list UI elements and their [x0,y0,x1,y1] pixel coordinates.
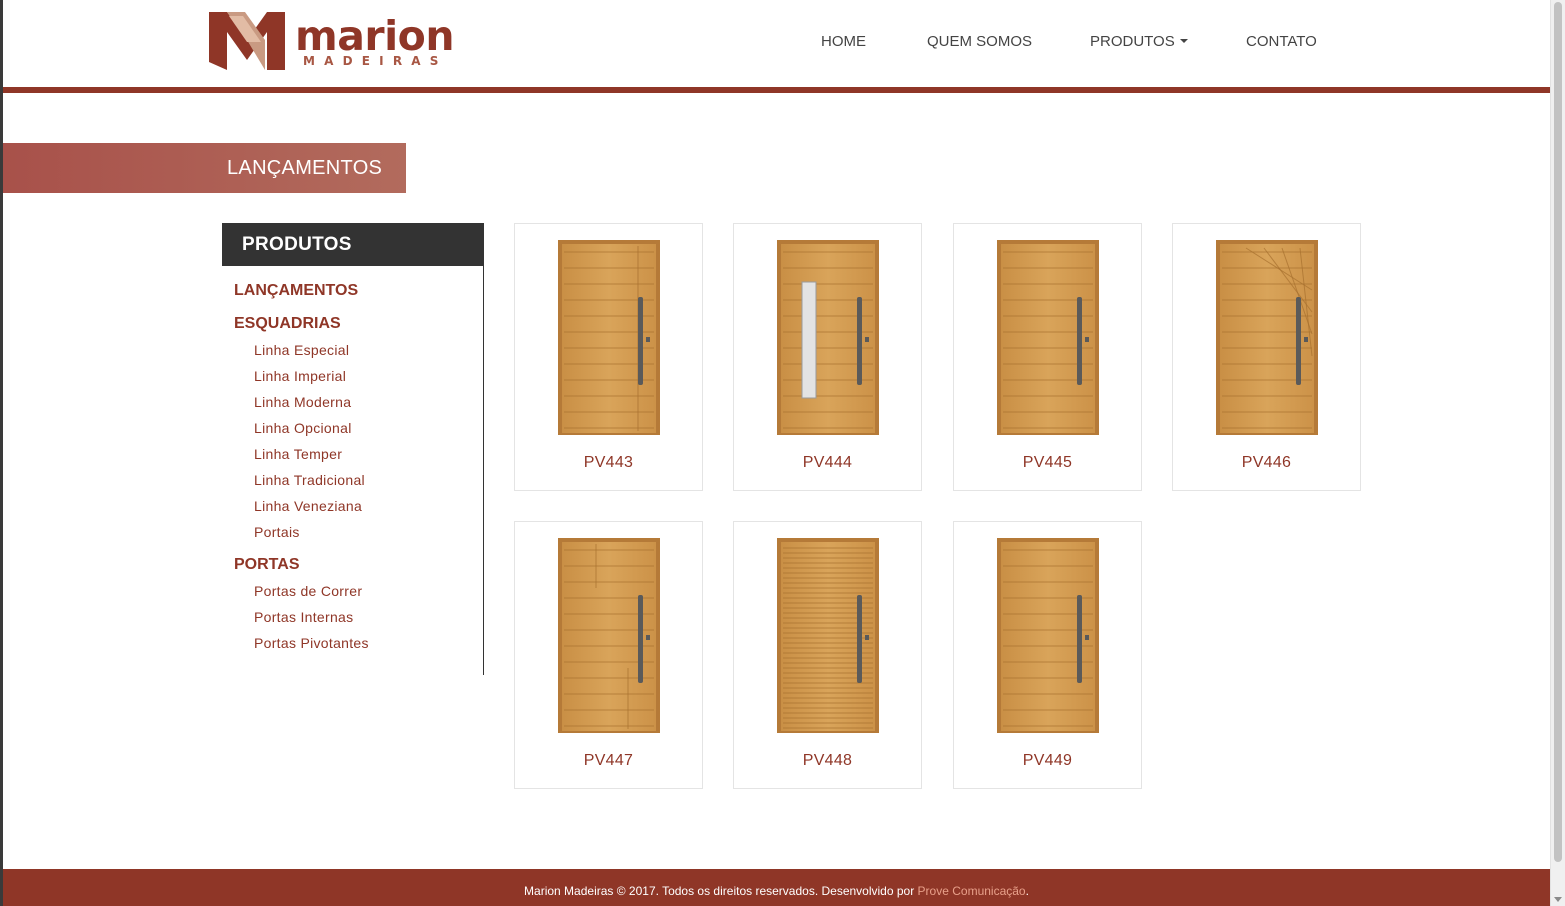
nav-contato[interactable]: CONTATO [1246,32,1317,52]
scrollbar-thumb[interactable] [1554,2,1562,862]
nav-produtos[interactable]: PRODUTOS [1090,32,1188,52]
product-code: PV448 [802,752,853,769]
sidebar-item-linha-moderna[interactable]: Linha Moderna [254,393,351,411]
nav-produtos-label: PRODUTOS [1090,33,1175,50]
sidebar-item-portais[interactable]: Portais [254,523,300,541]
product-card[interactable]: PV446 [1172,223,1361,491]
sidebar-item-portas-de-correr[interactable]: Portas de Correr [254,582,362,600]
product-card[interactable]: PV449 [953,521,1142,789]
footer-end: . [1025,884,1029,898]
product-card[interactable]: PV443 [514,223,703,491]
door-image [997,240,1099,435]
door-image [777,538,879,733]
product-card[interactable]: PV447 [514,521,703,789]
category-esquadrias[interactable]: ESQUADRIAS [234,314,341,334]
site-footer: Marion Madeiras © 2017. Todos os direito… [3,869,1550,906]
nav-home[interactable]: HOME [821,32,866,52]
window-left-edge [0,0,3,906]
product-card[interactable]: PV448 [733,521,922,789]
sidebar-item-portas-internas[interactable]: Portas Internas [254,608,353,626]
brand-tagline: MADEIRAS [303,54,448,68]
sidebar-item-linha-tradicional[interactable]: Linha Tradicional [254,471,365,489]
product-sidebar: PRODUTOS LANÇAMENTOS ESQUADRIAS Linha Es… [222,223,484,675]
product-code: PV449 [1022,752,1073,769]
footer-text: Marion Madeiras © 2017. Todos os direito… [3,882,1550,900]
category-lancamentos[interactable]: LANÇAMENTOS [234,281,358,301]
product-code: PV446 [1241,454,1292,471]
main-nav: HOME QUEM SOMOS PRODUTOS CONTATO [3,32,1550,52]
product-code: PV444 [802,454,853,471]
door-image [558,240,660,435]
caret-down-icon [1179,39,1188,43]
product-code: PV443 [583,454,634,471]
sidebar-item-linha-especial[interactable]: Linha Especial [254,341,349,359]
door-image [777,240,879,435]
sidebar-heading: PRODUTOS [222,223,483,266]
product-code: PV447 [583,752,634,769]
sidebar-item-linha-imperial[interactable]: Linha Imperial [254,367,346,385]
door-image [997,538,1099,733]
door-image [1216,240,1318,435]
footer-copyright: Marion Madeiras © 2017. Todos os direito… [524,884,918,898]
door-image [558,538,660,733]
sidebar-item-portas-pivotantes[interactable]: Portas Pivotantes [254,634,369,652]
footer-developer-link[interactable]: Prove Comunicação [918,884,1026,898]
sidebar-item-linha-opcional[interactable]: Linha Opcional [254,419,352,437]
page-title: LANÇAMENTOS [227,157,383,179]
sidebar-item-linha-veneziana[interactable]: Linha Veneziana [254,497,362,515]
nav-quem-somos[interactable]: QUEM SOMOS [927,32,1032,52]
sidebar-item-linha-temper[interactable]: Linha Temper [254,445,342,463]
page-title-banner: LANÇAMENTOS [3,143,406,193]
category-portas[interactable]: PORTAS [234,555,299,575]
product-card[interactable]: PV445 [953,223,1142,491]
scroll-down-arrow-icon[interactable] [1554,897,1562,902]
site-header: marion MADEIRAS HOME QUEM SOMOS PRODUTOS… [3,0,1550,87]
header-accent-bar [3,87,1550,93]
product-card[interactable]: PV444 [733,223,922,491]
product-code: PV445 [1022,454,1073,471]
page-scrollbar[interactable] [1550,0,1565,906]
